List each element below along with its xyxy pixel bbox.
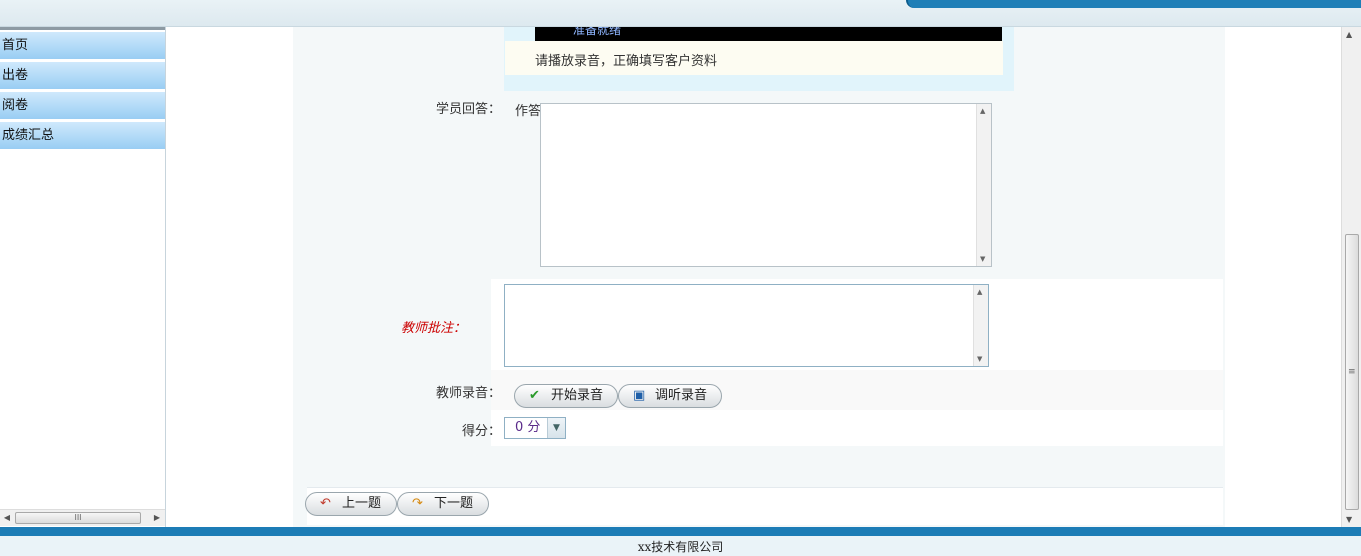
answer-prefix: 作答 <box>515 104 542 119</box>
footer: xx技术有限公司 <box>0 527 1361 556</box>
teacher-comment-textarea[interactable]: ▲ ▼ <box>504 284 989 367</box>
teacher-record-label: 教师录音： <box>435 386 501 401</box>
next-question-button[interactable]: ↷ 下一题 <box>397 492 489 516</box>
scrollbar-grip: ≡ <box>1348 367 1356 377</box>
scroll-right-icon[interactable]: ▶ <box>151 512 163 524</box>
chevron-down-icon: ▼ <box>547 418 565 438</box>
teacher-comment-label: 教师批注： <box>400 321 466 336</box>
scroll-down-icon[interactable]: ▼ <box>980 255 985 263</box>
sidebar-item-home[interactable]: 首页 <box>0 32 165 60</box>
back-arrow-icon: ↶ <box>320 496 331 511</box>
sidebar-divider <box>0 27 165 30</box>
prev-question-label: 上一题 <box>342 496 382 511</box>
player-status: 准备就绪 <box>573 27 622 37</box>
textarea-scrollbar[interactable]: ▲ ▼ <box>976 104 991 266</box>
scroll-left-icon[interactable]: ◀ <box>1 512 13 524</box>
audio-player[interactable]: 准备就绪 <box>535 27 1002 41</box>
start-record-button[interactable]: ✔ 开始录音 <box>514 384 618 408</box>
footer-stripe <box>0 527 1361 536</box>
next-question-label: 下一题 <box>434 496 474 511</box>
question-prompt: 请播放录音，正确填写客户资料 <box>535 54 718 69</box>
scroll-up-icon[interactable]: ▲ <box>977 288 982 296</box>
page-vertical-scrollbar[interactable]: ▲ ≡ ▼ <box>1341 27 1361 527</box>
listen-record-button[interactable]: ▣ 调听录音 <box>618 384 722 408</box>
sidebar-item-grade-exam[interactable]: 阅卷 <box>0 92 165 120</box>
save-icon: ▣ <box>633 388 646 403</box>
main-content: 准备就绪 请播放录音，正确填写客户资料 学员回答： 作答 ▲ ▼ 教师批注： ▲… <box>166 27 1341 527</box>
sidebar-horizontal-scrollbar[interactable]: ◀ III ▶ <box>0 509 165 526</box>
forward-arrow-icon: ↷ <box>412 496 423 511</box>
score-label: 得分： <box>461 424 501 439</box>
copyright-text: xx技术有限公司 <box>637 540 724 554</box>
sidebar-item-create-exam[interactable]: 出卷 <box>0 62 165 90</box>
scroll-down-icon[interactable]: ▼ <box>1346 515 1352 524</box>
student-answer-textarea[interactable]: ▲ ▼ <box>540 103 992 267</box>
score-selected-value: 0 分 <box>515 420 541 435</box>
scrollbar-thumb[interactable]: III <box>15 512 141 524</box>
check-icon: ✔ <box>529 388 540 403</box>
top-header-band <box>0 0 1361 27</box>
comment-scrollbar[interactable]: ▲ ▼ <box>973 285 988 366</box>
start-record-label: 开始录音 <box>551 388 604 403</box>
sidebar: 首页 出卷 阅卷 成绩汇总 ◀ III ▶ <box>0 27 166 527</box>
student-answer-label: 学员回答： <box>435 102 501 117</box>
score-select[interactable]: 0 分 ▼ <box>504 417 566 439</box>
scroll-up-icon[interactable]: ▲ <box>980 107 985 115</box>
scroll-down-icon[interactable]: ▼ <box>977 355 982 363</box>
scroll-up-icon[interactable]: ▲ <box>1346 30 1352 39</box>
sidebar-item-score-summary[interactable]: 成绩汇总 <box>0 122 165 150</box>
listen-record-label: 调听录音 <box>655 388 708 403</box>
scrollbar-thumb[interactable]: ≡ <box>1345 234 1359 510</box>
header-accent <box>906 0 1361 8</box>
prev-question-button[interactable]: ↶ 上一题 <box>305 492 397 516</box>
